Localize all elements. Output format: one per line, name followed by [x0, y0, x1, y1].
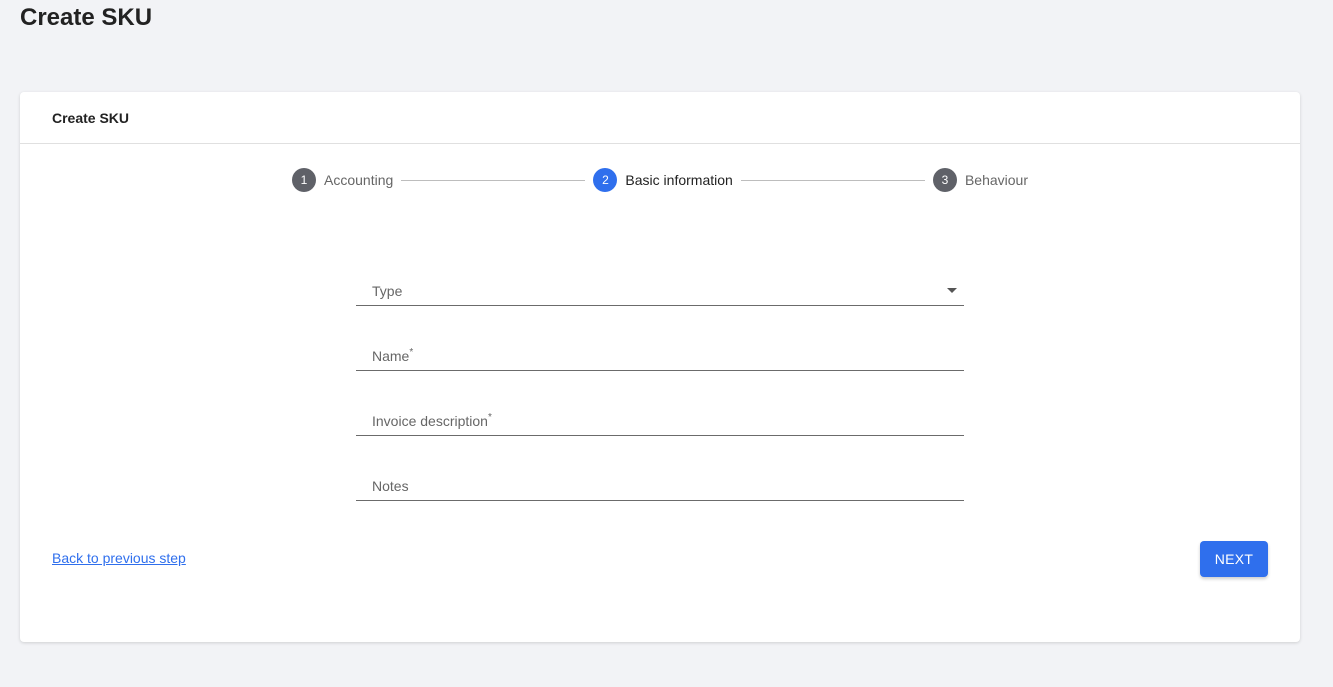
type-label: Type	[372, 282, 403, 299]
invoice-description-field[interactable]: Invoice description*	[356, 402, 964, 436]
chevron-down-icon[interactable]	[947, 288, 957, 293]
step-label-basic-information: Basic information	[625, 172, 733, 188]
invoice-description-label: Invoice description*	[372, 411, 492, 429]
type-select[interactable]: Type	[356, 272, 964, 306]
name-label: Name*	[372, 346, 414, 364]
notes-field[interactable]: Notes	[356, 467, 964, 501]
step-connector	[401, 179, 586, 181]
sku-form: Type Name* Invoice description* Notes	[356, 272, 964, 532]
page-title: Create SKU	[20, 4, 153, 31]
card-header: Create SKU	[20, 92, 1300, 144]
back-to-previous-step-link[interactable]: Back to previous step	[52, 550, 186, 566]
step-basic-information[interactable]: 2 Basic information	[593, 168, 733, 192]
notes-label: Notes	[372, 477, 409, 494]
step-number-1: 1	[292, 168, 316, 192]
step-number-2: 2	[593, 168, 618, 192]
next-button[interactable]: NEXT	[1200, 541, 1268, 577]
step-connector	[740, 179, 925, 181]
name-field[interactable]: Name*	[356, 337, 964, 371]
create-sku-card: Create SKU 1 Accounting 2 Basic informat…	[20, 92, 1300, 642]
required-mark: *	[409, 346, 414, 358]
card-title: Create SKU	[52, 109, 130, 126]
required-mark: *	[487, 411, 492, 423]
stepper: 1 Accounting 2 Basic information 3 Behav…	[292, 168, 1028, 192]
step-behaviour[interactable]: 3 Behaviour	[932, 168, 1028, 192]
step-number-3: 3	[932, 168, 957, 192]
step-accounting[interactable]: 1 Accounting	[292, 168, 393, 192]
step-label-behaviour: Behaviour	[964, 172, 1028, 188]
step-label-accounting: Accounting	[324, 172, 394, 188]
